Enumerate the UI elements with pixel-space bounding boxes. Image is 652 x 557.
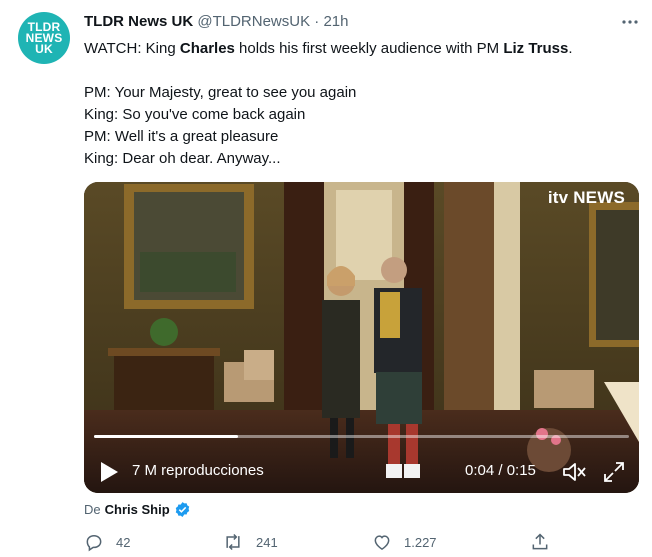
timestamp[interactable]: 21h — [323, 13, 348, 30]
expand-icon[interactable] — [602, 460, 626, 484]
like-button[interactable]: 1.227 — [372, 532, 437, 552]
mention-charles: Charles — [179, 40, 235, 57]
view-count: 7 M reproducciones — [132, 462, 264, 479]
text-span: holds his first weekly audience with PM — [234, 40, 504, 57]
dialogue-line: King: Dear oh dear. Anyway... — [84, 150, 281, 167]
video-source: De Chris Ship — [84, 501, 191, 518]
display-name[interactable]: TLDR News UK — [84, 13, 193, 30]
avatar-line: UK — [35, 41, 53, 56]
reply-count: 42 — [116, 534, 131, 550]
like-icon — [374, 535, 390, 550]
text-span: . — [568, 40, 573, 57]
reply-icon — [86, 534, 102, 552]
dialogue-line: PM: Well it's a great pleasure — [84, 128, 279, 145]
video-time: 0:04 / 0:15 — [465, 462, 536, 479]
progress-fill — [94, 435, 239, 438]
dialogue-line: King: So you've come back again — [84, 106, 306, 123]
retweet-button[interactable]: 241 — [222, 532, 278, 552]
mute-icon[interactable] — [562, 460, 588, 484]
verified-icon — [175, 502, 189, 517]
tweet-actions: 42 241 1.227 — [84, 532, 604, 554]
share-button[interactable] — [530, 532, 550, 552]
tweet-header: TLDR News UK @TLDRNewsUK · 21h — [84, 13, 348, 30]
tweet-text: WATCH: King Charles holds his first week… — [84, 38, 644, 170]
retweet-count: 241 — [256, 534, 278, 550]
more-icon[interactable] — [618, 10, 642, 34]
share-icon — [532, 533, 548, 550]
reply-button[interactable]: 42 — [84, 532, 130, 552]
play-icon[interactable] — [98, 460, 120, 484]
tweet-intro: WATCH: King Charles holds his first week… — [84, 38, 644, 60]
video-frame — [84, 182, 639, 493]
source-author[interactable]: Chris Ship — [105, 502, 170, 517]
like-count: 1.227 — [404, 534, 437, 550]
video-player[interactable]: itv NEWS 7 M reproducciones 0:04 / 0:15 — [84, 182, 639, 493]
dialogue-line: PM: Your Majesty, great to see you again — [84, 84, 357, 101]
itv-news-logo: itv NEWS — [547, 188, 625, 207]
progress-bar[interactable] — [94, 435, 629, 438]
text-span: WATCH: King — [84, 40, 180, 57]
separator: · — [314, 13, 320, 30]
retweet-icon — [226, 533, 240, 551]
avatar[interactable]: TLDR NEWS UK — [18, 12, 70, 64]
handle[interactable]: @TLDRNewsUK — [197, 13, 310, 30]
mention-liz-truss: Liz Truss — [503, 40, 569, 57]
source-prefix: De — [84, 502, 101, 517]
